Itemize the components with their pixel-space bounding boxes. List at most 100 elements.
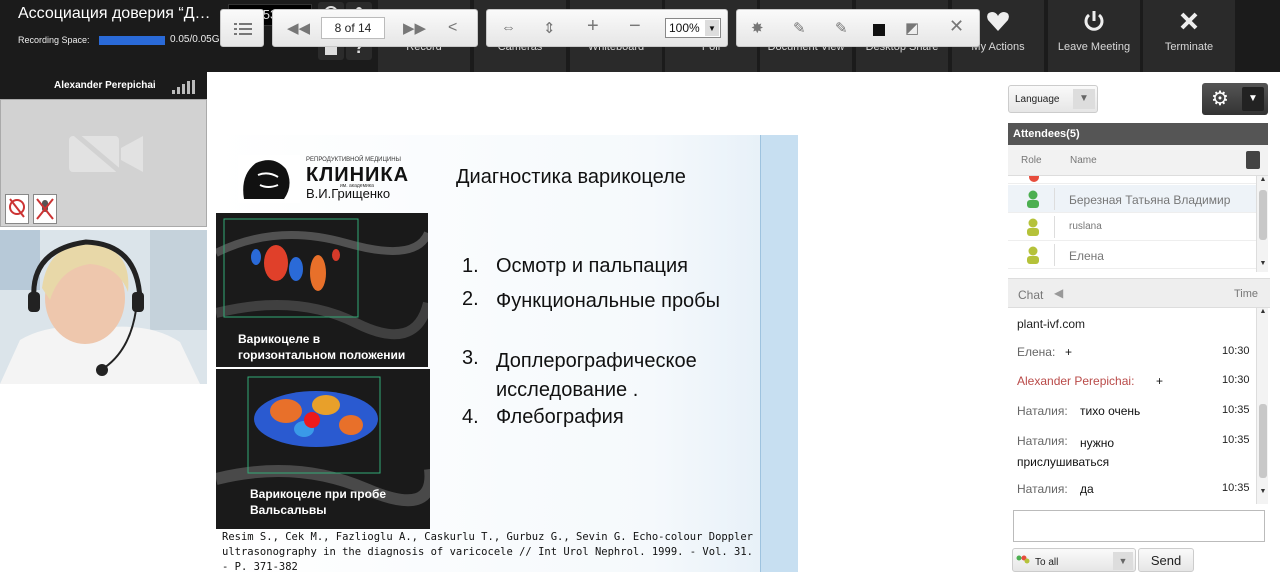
people-icon [1016,554,1030,566]
user-icon [1026,190,1040,208]
attendee-row[interactable]: Елена [1008,241,1256,269]
zoom-out-icon[interactable]: − [629,15,641,38]
gear-icon: ⚙ [1211,88,1229,110]
recording-space-value: 0.05/0.05GB [170,34,227,45]
list-icon [234,23,252,35]
slide-list-item: 1. Осмотр и пальпация [462,255,689,277]
highlighter-icon[interactable]: ✎ [835,19,848,37]
chat-time: 10:30 [1222,345,1250,357]
leave-meeting-button[interactable]: Leave Meeting [1048,0,1140,72]
chevron-down-icon: ▼ [1073,89,1095,109]
chevron-down-icon: ▼ [1113,552,1133,570]
scroll-up-icon[interactable]: ▲ [1258,308,1268,320]
chat-messages: plant-ivf.com Елена: +10:30 Alexander Pere… [1008,308,1256,504]
fit-height-icon[interactable]: ⇕ [543,19,556,37]
user-icon [1026,246,1040,264]
slide-list-item: 2. Функциональные пробы [462,288,721,312]
chat-text: нужно прислушиваться [1017,436,1115,469]
chat-text: да [1080,482,1094,496]
toolbar-button-label: Leave Meeting [1057,41,1131,53]
scroll-up-icon[interactable]: ▲ [1258,176,1268,188]
zoom-group: ⇔ ⇕ + − 100% ▼ [486,9,728,47]
camera-disabled-icon[interactable] [5,194,29,224]
attendee-row[interactable]: ruslana [1008,213,1256,241]
chat-time: 10:35 [1222,434,1250,446]
attendee-row[interactable] [1008,176,1256,184]
navigation-group: ◀◀ 8 of 14 ▶▶ < [272,9,478,47]
close-icon [1179,6,1199,36]
page-number-input[interactable]: 8 of 14 [321,17,385,39]
mic-disabled-icon[interactable] [33,194,57,224]
attendee-name: ruslana [1069,221,1102,232]
pointer-icon[interactable]: ✸ [751,19,764,37]
zoom-value: 100% [669,21,700,35]
chat-text: + [1156,374,1164,388]
clear-icon[interactable]: ✕ [949,16,964,37]
terminate-button[interactable]: Terminate [1143,0,1235,72]
chat-time: 10:35 [1222,482,1250,494]
heart-icon [986,6,1010,36]
chat-text: тихо очень [1080,404,1141,418]
power-icon [1083,6,1105,36]
presenter-name: Alexander Perepichai [54,80,156,91]
chat-time: 10:30 [1222,374,1250,386]
presenter-video [0,230,207,384]
chat-text: + [1065,345,1073,359]
slide-title: Диагностика варикоцеле [456,166,686,188]
color-swatch[interactable] [873,24,885,36]
attendee-row[interactable]: Березная Татьяна Владимир [1008,185,1256,213]
signal-strength-icon [172,80,202,94]
attendees-columns: Role Name [1008,145,1268,176]
chat-link[interactable]: plant-ivf.com [1017,317,1085,331]
document-toolbar [207,72,1000,134]
attendee-name: Березная Татьяна Владимир [1069,193,1231,207]
attendees-list: Березная Татьяна Владимир ruslana Елена [1008,176,1256,272]
share-icon[interactable]: < [448,19,457,37]
toolbar-button-label: Terminate [1164,41,1214,53]
chevron-down-icon: ▼ [705,20,719,36]
fit-width-icon[interactable]: ⇔ [501,19,516,36]
chat-sender: Alexander Perepichai: [1017,374,1135,388]
thumbnails-button[interactable] [220,9,264,47]
send-button[interactable]: Send [1138,548,1194,572]
meeting-title: Ассоциация доверия “Дети ... [18,5,218,22]
attendees-scrollbar[interactable]: ▲ ▼ [1256,176,1268,272]
slide-list-item: 4. Флебография [462,406,624,428]
presentation-slide: РЕПРОДУКТИВНОЙ МЕДИЦИНЫ КЛИНИКА им. акад… [216,135,798,572]
settings-button[interactable]: ⚙ ▼ [1202,83,1268,115]
language-select[interactable]: Language ▼ [1008,85,1098,113]
slide-list-item: 3. Доплерографическое исследование . [462,347,697,401]
recording-space-bar [99,36,165,45]
chat-scrollbar[interactable]: ▲ ▼ [1256,308,1268,504]
logo-subtitle: РЕПРОДУКТИВНОЙ МЕДИЦИНЫ [306,157,401,163]
logo-name: В.И.Грищенко [306,186,391,201]
slide-reference: Resim S., Cek M., Fazlioglu A., Caskurlu… [222,531,754,572]
first-page-icon[interactable]: ◀◀ [287,19,310,37]
chat-header: Chat ◀ Time [1008,278,1270,308]
ultrasound-caption-1: Варикоцеле в горизонтальном положении [238,332,406,362]
scroll-down-icon[interactable]: ▼ [1258,260,1268,272]
chat-sender: Елена: [1017,345,1056,359]
clinic-logo [238,155,300,203]
attendee-name: Елена [1069,249,1104,263]
zoom-select[interactable]: 100% ▼ [665,18,721,38]
chat-sender: Наталия: [1017,404,1068,418]
chevron-down-icon: ▼ [1242,87,1264,111]
video-off-icon [69,130,143,178]
recipient-select[interactable]: To all ▼ [1012,548,1136,572]
eraser-icon[interactable]: ◩ [905,19,919,37]
chat-input[interactable] [1013,510,1265,542]
pen-icon[interactable]: ✎ [793,19,806,37]
video-placeholder [0,99,207,227]
user-icon [1026,218,1040,236]
attendees-header: Attendees(5) [1008,123,1268,145]
chat-sender: Наталия: [1017,482,1068,496]
zoom-in-icon[interactable]: + [587,15,599,38]
next-page-icon[interactable]: ▶▶ [403,19,426,37]
scroll-down-icon[interactable]: ▼ [1258,488,1268,500]
slide-list: 1. Осмотр и пальпация 2. Функциональные … [462,255,752,436]
chat-time: 10:35 [1222,404,1250,416]
annotation-group: ✸ ✎ ✎ ◩ ✕ [736,9,980,47]
recording-space-label: Recording Space: [18,35,90,45]
ultrasound-caption-2: Варикоцеле при пробе Вальсальвы [250,487,387,517]
